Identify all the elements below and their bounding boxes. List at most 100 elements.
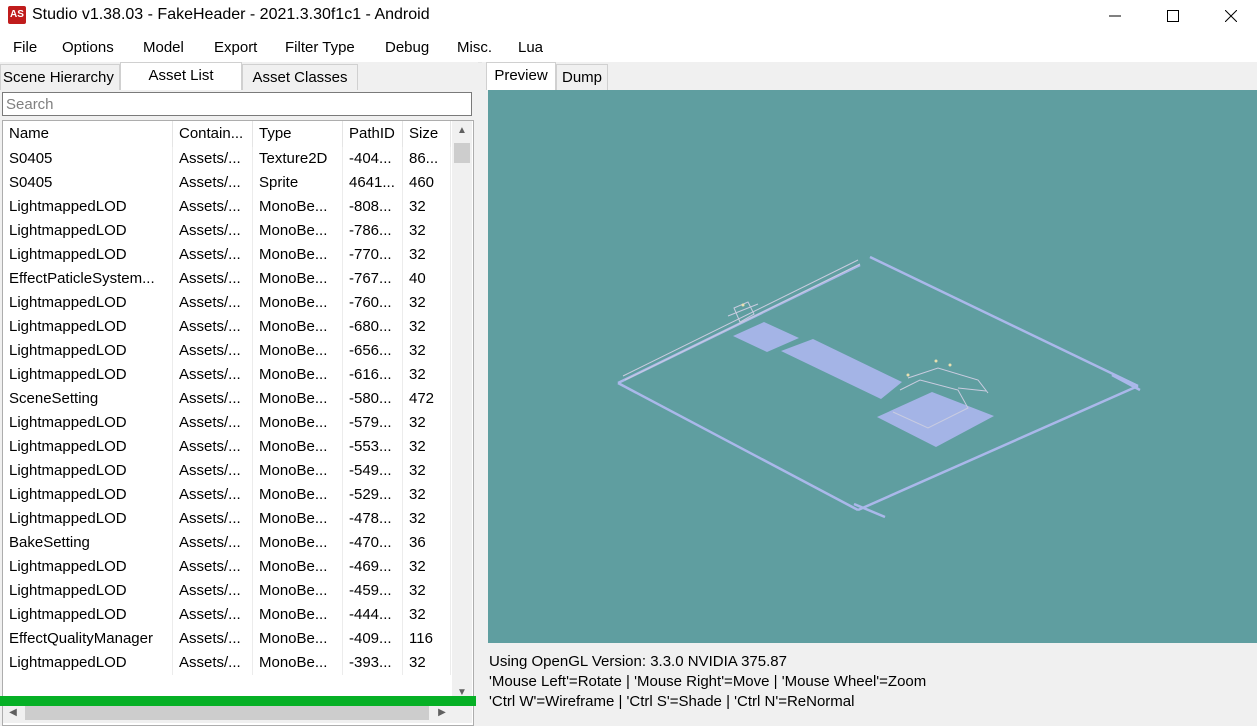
ground-edge	[1111, 373, 1141, 392]
status-opengl-version: Using OpenGL Version: 3.3.0 NVIDIA 375.8…	[489, 653, 787, 670]
table-row[interactable]: BakeSetting Assets/... MonoBe... -470... 36	[3, 531, 451, 555]
minimize-button[interactable]	[1086, 0, 1144, 32]
table-row[interactable]: LightmappedLOD Assets/... MonoBe... -549...…	[3, 459, 451, 483]
cell-size: 32	[403, 315, 451, 339]
scroll-left-icon[interactable]: ◀	[3, 703, 23, 723]
cell-name: LightmappedLOD	[3, 603, 173, 627]
cell-container: Assets/...	[173, 243, 253, 267]
cell-size: 32	[403, 243, 451, 267]
scroll-up-icon[interactable]: ▲	[452, 121, 472, 141]
column-header-name[interactable]: Name	[3, 121, 173, 147]
table-body: S0405 Assets/... Texture2D -404... 86... S040…	[3, 147, 451, 675]
table-row[interactable]: LightmappedLOD Assets/... MonoBe... -786...…	[3, 219, 451, 243]
cell-container: Assets/...	[173, 267, 253, 291]
cell-size: 36	[403, 531, 451, 555]
cell-pathid: -393...	[343, 651, 403, 675]
cell-pathid: -680...	[343, 315, 403, 339]
table-row[interactable]: LightmappedLOD Assets/... MonoBe... -444...…	[3, 603, 451, 627]
scroll-right-icon[interactable]: ▶	[432, 703, 452, 723]
cell-name: LightmappedLOD	[3, 651, 173, 675]
cell-type: MonoBe...	[253, 435, 343, 459]
cell-size: 32	[403, 363, 451, 387]
column-header-pathid[interactable]: PathID	[343, 121, 403, 147]
cell-type: MonoBe...	[253, 507, 343, 531]
table-row[interactable]: LightmappedLOD Assets/... MonoBe... -616...…	[3, 363, 451, 387]
cell-type: MonoBe...	[253, 411, 343, 435]
cell-name: BakeSetting	[3, 531, 173, 555]
cell-pathid: -469...	[343, 555, 403, 579]
table-row[interactable]: EffectQualityManager Assets/... MonoBe... -…	[3, 627, 451, 651]
menu-export[interactable]: Export	[214, 39, 257, 56]
table-row[interactable]: S0405 Assets/... Sprite 4641... 460	[3, 171, 451, 195]
column-header-size[interactable]: Size	[403, 121, 451, 147]
search-input[interactable]	[2, 92, 472, 116]
cell-pathid: 4641...	[343, 171, 403, 195]
maximize-button[interactable]	[1144, 0, 1202, 32]
cell-container: Assets/...	[173, 579, 253, 603]
cell-name: LightmappedLOD	[3, 579, 173, 603]
cell-container: Assets/...	[173, 627, 253, 651]
cell-type: MonoBe...	[253, 603, 343, 627]
table-row[interactable]: LightmappedLOD Assets/... MonoBe... -808...…	[3, 195, 451, 219]
table-row[interactable]: EffectPaticleSystem... Assets/... MonoBe..…	[3, 267, 451, 291]
menu-file[interactable]: File	[13, 39, 37, 56]
table-row[interactable]: LightmappedLOD Assets/... MonoBe... -760...…	[3, 291, 451, 315]
table-row[interactable]: S0405 Assets/... Texture2D -404... 86...	[3, 147, 451, 171]
table-row[interactable]: LightmappedLOD Assets/... MonoBe... -469...…	[3, 555, 451, 579]
table-row[interactable]: LightmappedLOD Assets/... MonoBe... -529...…	[3, 483, 451, 507]
vertical-scrollbar[interactable]: ▲ ▼	[452, 121, 472, 703]
table-row[interactable]: LightmappedLOD Assets/... MonoBe... -459...…	[3, 579, 451, 603]
menu-options[interactable]: Options	[62, 39, 114, 56]
cell-size: 460	[403, 171, 451, 195]
table-row[interactable]: LightmappedLOD Assets/... MonoBe... -680...…	[3, 315, 451, 339]
close-button[interactable]	[1202, 0, 1257, 32]
table-row[interactable]: LightmappedLOD Assets/... MonoBe... -656...…	[3, 339, 451, 363]
table-row[interactable]: SceneSetting Assets/... MonoBe... -580... 47…	[3, 387, 451, 411]
floor-plane	[781, 339, 902, 399]
column-header-type[interactable]: Type	[253, 121, 343, 147]
menu-lua[interactable]: Lua	[518, 39, 543, 56]
cell-size: 32	[403, 603, 451, 627]
column-header-container[interactable]: Contain...	[173, 121, 253, 147]
cell-pathid: -786...	[343, 219, 403, 243]
tab-asset-list[interactable]: Asset List	[120, 62, 242, 90]
cell-pathid: -808...	[343, 195, 403, 219]
close-icon	[1225, 10, 1237, 22]
status-mouse-controls: 'Mouse Left'=Rotate | 'Mouse Right'=Move…	[489, 673, 927, 690]
cell-name: LightmappedLOD	[3, 507, 173, 531]
table-row[interactable]: LightmappedLOD Assets/... MonoBe... -770...…	[3, 243, 451, 267]
tab-scene-hierarchy[interactable]: Scene Hierarchy	[0, 64, 120, 90]
cell-size: 472	[403, 387, 451, 411]
tab-preview[interactable]: Preview	[486, 62, 556, 90]
floor-plane	[733, 322, 799, 352]
cell-size: 32	[403, 195, 451, 219]
cell-name: LightmappedLOD	[3, 291, 173, 315]
horizontal-scroll-thumb[interactable]	[25, 706, 429, 720]
cell-name: LightmappedLOD	[3, 555, 173, 579]
menu-model[interactable]: Model	[143, 39, 184, 56]
cell-type: MonoBe...	[253, 651, 343, 675]
cell-name: LightmappedLOD	[3, 459, 173, 483]
table-row[interactable]: LightmappedLOD Assets/... MonoBe... -393...…	[3, 651, 451, 675]
preview-viewport[interactable]	[488, 90, 1257, 643]
table-row[interactable]: LightmappedLOD Assets/... MonoBe... -579...…	[3, 411, 451, 435]
tab-asset-classes[interactable]: Asset Classes	[242, 64, 358, 90]
menu-misc[interactable]: Misc.	[457, 39, 492, 56]
cell-name: LightmappedLOD	[3, 243, 173, 267]
vertical-scroll-thumb[interactable]	[454, 143, 470, 163]
cell-container: Assets/...	[173, 531, 253, 555]
table-row[interactable]: LightmappedLOD Assets/... MonoBe... -553...…	[3, 435, 451, 459]
title-bar: AS Studio v1.38.03 - FakeHeader - 2021.3…	[0, 0, 1257, 32]
cell-pathid: -444...	[343, 603, 403, 627]
menu-filter-type[interactable]: Filter Type	[285, 39, 355, 56]
menu-debug[interactable]: Debug	[385, 39, 429, 56]
cell-size: 32	[403, 219, 451, 243]
light-marker	[906, 373, 910, 377]
horizontal-scrollbar[interactable]: ◀ ▶	[3, 703, 472, 723]
table-row[interactable]: LightmappedLOD Assets/... MonoBe... -478...…	[3, 507, 451, 531]
cell-container: Assets/...	[173, 651, 253, 675]
cell-type: MonoBe...	[253, 339, 343, 363]
cell-size: 40	[403, 267, 451, 291]
tab-dump[interactable]: Dump	[556, 64, 608, 90]
light-marker	[934, 359, 938, 363]
